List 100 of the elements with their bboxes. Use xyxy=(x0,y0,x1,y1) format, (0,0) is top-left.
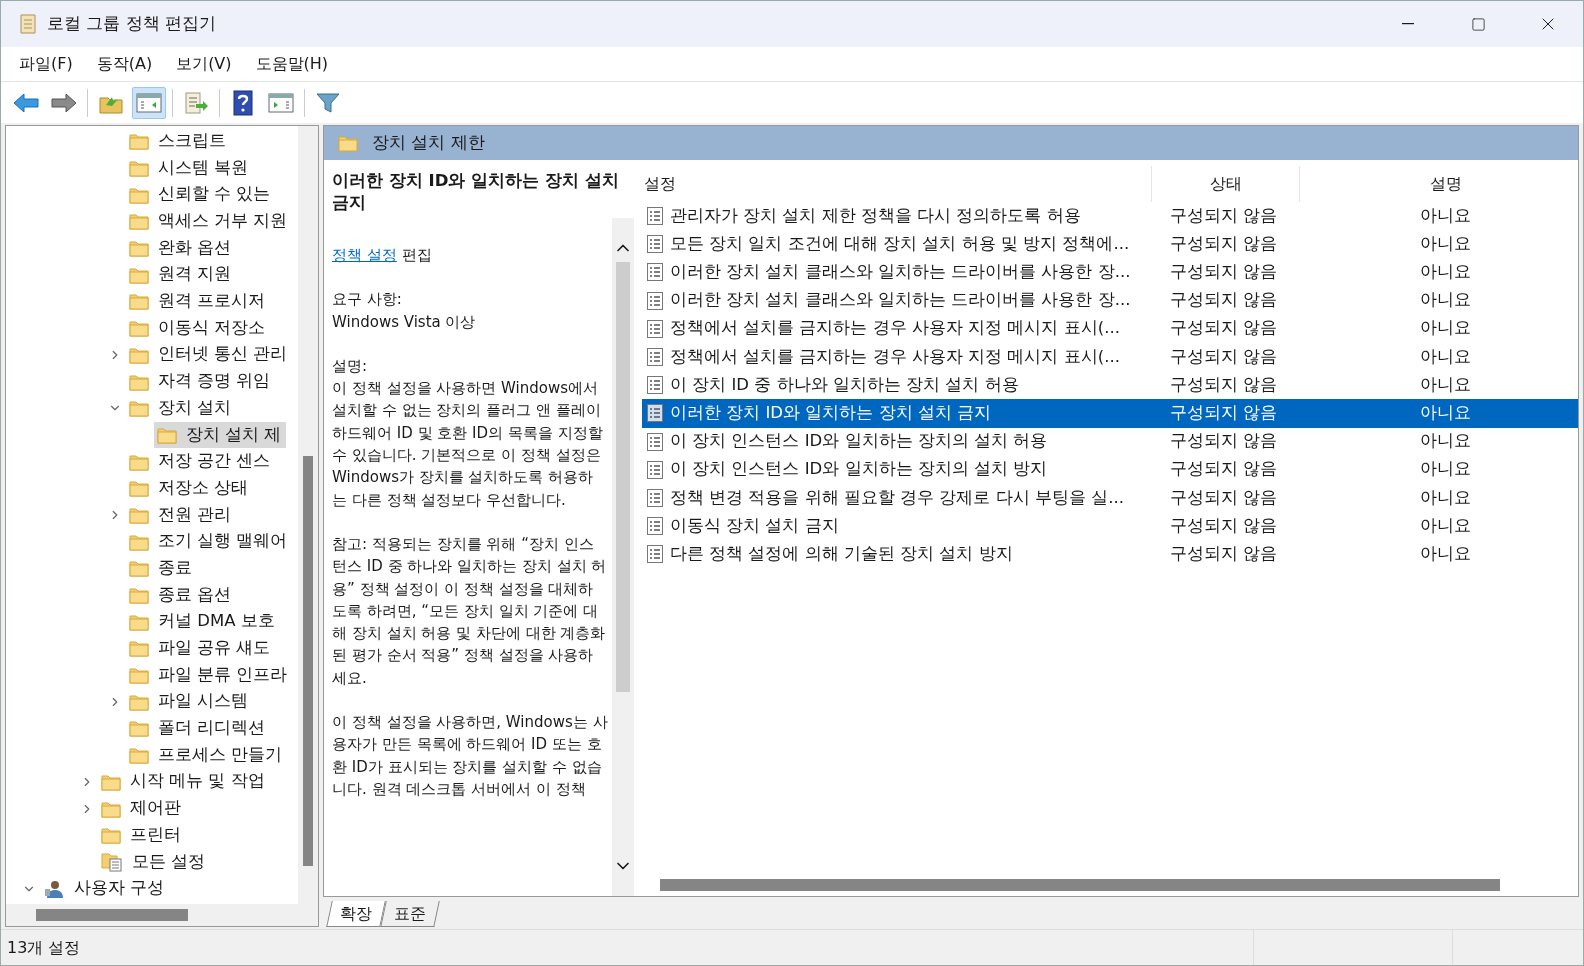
tree-item[interactable]: 저장소 상태 xyxy=(126,474,253,502)
menu-item[interactable]: 파일(F) xyxy=(9,52,83,76)
table-row[interactable]: 다른 정책 설정에 의해 기술된 장치 설치 방지 구성되지 않음 아니요 xyxy=(642,540,1578,569)
table-cell-text: 아니요 xyxy=(1420,430,1471,453)
table-cell-text: 정책에서 설치를 금지하는 경우 사용자 지정 메시지 표시(... xyxy=(669,345,1121,368)
folder-icon xyxy=(338,134,358,152)
table-row[interactable]: 이 장치 ID 중 하나와 일치하는 장치 설치 허용 구성되지 않음 아니요 xyxy=(642,371,1578,400)
menu-item[interactable]: 보기(V) xyxy=(166,52,242,76)
tree-item[interactable]: 사용자 구성 xyxy=(40,875,169,902)
tree-item[interactable]: 액세스 거부 지원 xyxy=(126,208,292,235)
table-row[interactable]: 이러한 장치 설치 클래스와 일치하는 드라이버를 사용한 장... 구성되지 않음 아니요 xyxy=(642,258,1578,287)
description-paragraph: 이 정책 설정을 사용하면 Windows에서 설치할 수 없는 장치의 플러그 앤 플레이 하드웨어 ID 및 호환 ID의 목록을 지정할 수 있습니다. 기본적으로 이 정책 설정은 Windows가 장치를 설치하도록 허용하는 다른 정책 설정보다 우선합니다. xyxy=(332,378,604,511)
tree-item[interactable]: 신뢰할 수 있는 xyxy=(126,181,275,209)
folder-icon xyxy=(129,612,149,631)
left-arrow-icon xyxy=(12,90,40,115)
tree-item[interactable]: 프로세스 만들기 xyxy=(126,741,287,769)
tree-item[interactable]: 장치 설치 xyxy=(126,394,236,422)
tree-item[interactable]: 원격 지원 xyxy=(126,261,236,289)
table-row[interactable]: 관리자가 장치 설치 제한 정책을 다시 정의하도록 허용 구성되지 않음 아니요 xyxy=(642,202,1578,231)
table-row[interactable]: 이 장치 인스턴스 ID와 일치하는 장치의 설치 방지 구성되지 않음 아니요 xyxy=(642,455,1578,484)
scroll-icon xyxy=(17,12,39,36)
tree-item[interactable]: 시스템 복원 xyxy=(126,154,253,182)
scrollbar[interactable] xyxy=(298,126,318,904)
table-row[interactable]: 모든 장치 일치 조건에 대해 장치 설치 허용 및 방지 정책에... 구성되지 않음 아니요 xyxy=(642,230,1578,259)
scrollbar-thumb[interactable] xyxy=(660,879,1500,891)
tree-item[interactable]: 파일 분류 인프라 xyxy=(126,661,292,689)
settings-list-icon xyxy=(101,851,123,872)
tree-item[interactable]: 전원 관리 xyxy=(126,501,236,529)
policy-link[interactable]: 정책 설정 xyxy=(332,246,397,264)
tree-item[interactable]: 시작 메뉴 및 작업 xyxy=(98,768,269,796)
table-cell-text: 구성되지 않음 xyxy=(1170,289,1279,312)
menu-item[interactable]: 동작(A) xyxy=(86,52,163,76)
table-cell-text: 구성되지 않음 xyxy=(1170,430,1279,453)
document-arrow-icon xyxy=(182,90,210,115)
tree-item[interactable]: 프린터 xyxy=(98,821,185,849)
column-header[interactable]: 설정 xyxy=(642,166,1152,202)
tree-item[interactable]: 저장 공간 센스 xyxy=(126,448,275,475)
table-cell-text: 이러한 장치 설치 클래스와 일치하는 드라이버를 사용한 장... xyxy=(669,289,1132,312)
tree-item[interactable]: 이동식 저장소 xyxy=(126,314,270,342)
view-tab[interactable]: 확장 xyxy=(326,901,386,927)
user-icon xyxy=(43,878,65,899)
folder-icon xyxy=(129,666,149,685)
tree-item[interactable]: 조기 실행 맬웨어 xyxy=(126,528,292,555)
tree-item[interactable]: 파일 시스템 xyxy=(126,688,253,716)
tree-item[interactable]: 스크립트 xyxy=(126,128,230,155)
tree-item[interactable]: 모든 설정 xyxy=(98,848,210,876)
tree-item[interactable]: 자격 증명 위임 xyxy=(126,368,275,395)
menu-item[interactable]: 도움말(H) xyxy=(245,52,339,76)
table-row[interactable]: 정책 변경 적용을 위해 필요할 경우 강제로 다시 부팅을 실... 구성되지 않음 아니요 xyxy=(642,483,1578,513)
tree-item[interactable]: 파일 공유 섀도 xyxy=(126,635,275,662)
folder-icon xyxy=(129,292,149,311)
policy-title: 이러한 장치 ID와 일치하는 장치 설치 금지 xyxy=(332,170,620,214)
description-paragraph: 참고: 적용되는 장치를 위해 “장치 인스턴스 ID 중 하나와 일치하는 장치 설치 허용” 정책 설정이 이 정책 설정을 대체하도록 하려면, “모든 장치 일치 기준에 대해 장치 설치 허용 및 차단에 대한 계층화된 평가 순서 적용” 정책 설정을 사용하세요. xyxy=(332,533,608,689)
folder-icon xyxy=(129,559,149,578)
table-row[interactable]: 이러한 장치 설치 클래스와 일치하는 드라이버를 사용한 장... 구성되지 않음 아니요 xyxy=(642,286,1578,315)
table-cell-text: 아니요 xyxy=(1420,345,1471,368)
table-cell-text: 관리자가 장치 설치 제한 정책을 다시 정의하도록 허용 xyxy=(669,204,1082,227)
table-cell-text: 구성되지 않음 xyxy=(1170,373,1279,396)
policy-document-icon xyxy=(646,290,664,311)
table-row[interactable]: 정책에서 설치를 금지하는 경우 사용자 지정 메시지 표시(... 구성되지 않음 아니요 xyxy=(642,342,1578,372)
tree-item[interactable]: 폴더 리디렉션 xyxy=(126,715,270,742)
table-row[interactable]: 이러한 장치 ID와 일치하는 장치 설치 금지 구성되지 않음 아니요 xyxy=(642,399,1578,428)
policy-document-icon xyxy=(646,431,664,452)
table-cell-text: 구성되지 않음 xyxy=(1170,486,1279,509)
table-row[interactable]: 이동식 장치 설치 금지 구성되지 않음 아니요 xyxy=(642,512,1578,541)
table-row[interactable]: 이 장치 인스턴스 ID와 일치하는 장치의 설치 허용 구성되지 않음 아니요 xyxy=(642,427,1578,456)
column-header[interactable]: 상태 xyxy=(1152,166,1300,202)
column-header[interactable]: 설명 xyxy=(1300,166,1578,202)
tree-item[interactable]: 원격 프로시저 xyxy=(126,288,270,315)
table-cell-text: 아니요 xyxy=(1420,373,1471,396)
tree-item[interactable]: 장치 설치 제 xyxy=(154,421,286,449)
tree-item[interactable]: 제어판 xyxy=(98,795,185,822)
scrollbar-thumb[interactable] xyxy=(36,909,188,921)
policy-document-icon xyxy=(646,347,664,368)
folder-icon xyxy=(157,425,177,444)
link-suffix: 편집 xyxy=(401,246,432,264)
view-tab[interactable]: 표준 xyxy=(380,901,440,927)
folder-icon xyxy=(101,772,121,791)
tree-item[interactable]: 커널 DMA 보호 xyxy=(126,608,279,636)
table-row[interactable]: 정책에서 설치를 금지하는 경우 사용자 지정 메시지 표시(... 구성되지 않음 아니요 xyxy=(642,314,1578,343)
table-cell-text: 이러한 장치 설치 클래스와 일치하는 드라이버를 사용한 장... xyxy=(669,261,1132,284)
tree-panel-button[interactable] xyxy=(132,86,166,119)
table-cell-text: 이동식 장치 설치 금지 xyxy=(669,514,840,537)
folder-icon xyxy=(129,212,149,231)
tree-item[interactable]: 인터넷 통신 관리 xyxy=(126,341,292,369)
tree-item[interactable]: 종료 옵션 xyxy=(126,581,236,609)
folder-icon xyxy=(129,505,149,524)
folder-icon xyxy=(129,719,149,738)
filter-icon xyxy=(315,90,341,115)
table-cell-text: 이 장치 ID 중 하나와 일치하는 장치 설치 허용 xyxy=(669,373,1020,396)
policy-document-icon xyxy=(646,206,664,227)
description-label: 설명: xyxy=(332,355,369,377)
policy-document-icon xyxy=(646,234,664,255)
tree-item[interactable]: 종료 xyxy=(126,555,196,582)
policy-document-icon xyxy=(646,459,664,480)
table-cell-text: 아니요 xyxy=(1420,402,1471,425)
right-arrow-icon xyxy=(50,90,78,115)
scrollbar[interactable] xyxy=(612,218,634,896)
table-cell-text: 이 장치 인스턴스 ID와 일치하는 장치의 설치 허용 xyxy=(669,430,1049,453)
tree-item[interactable]: 완화 옵션 xyxy=(126,234,236,262)
